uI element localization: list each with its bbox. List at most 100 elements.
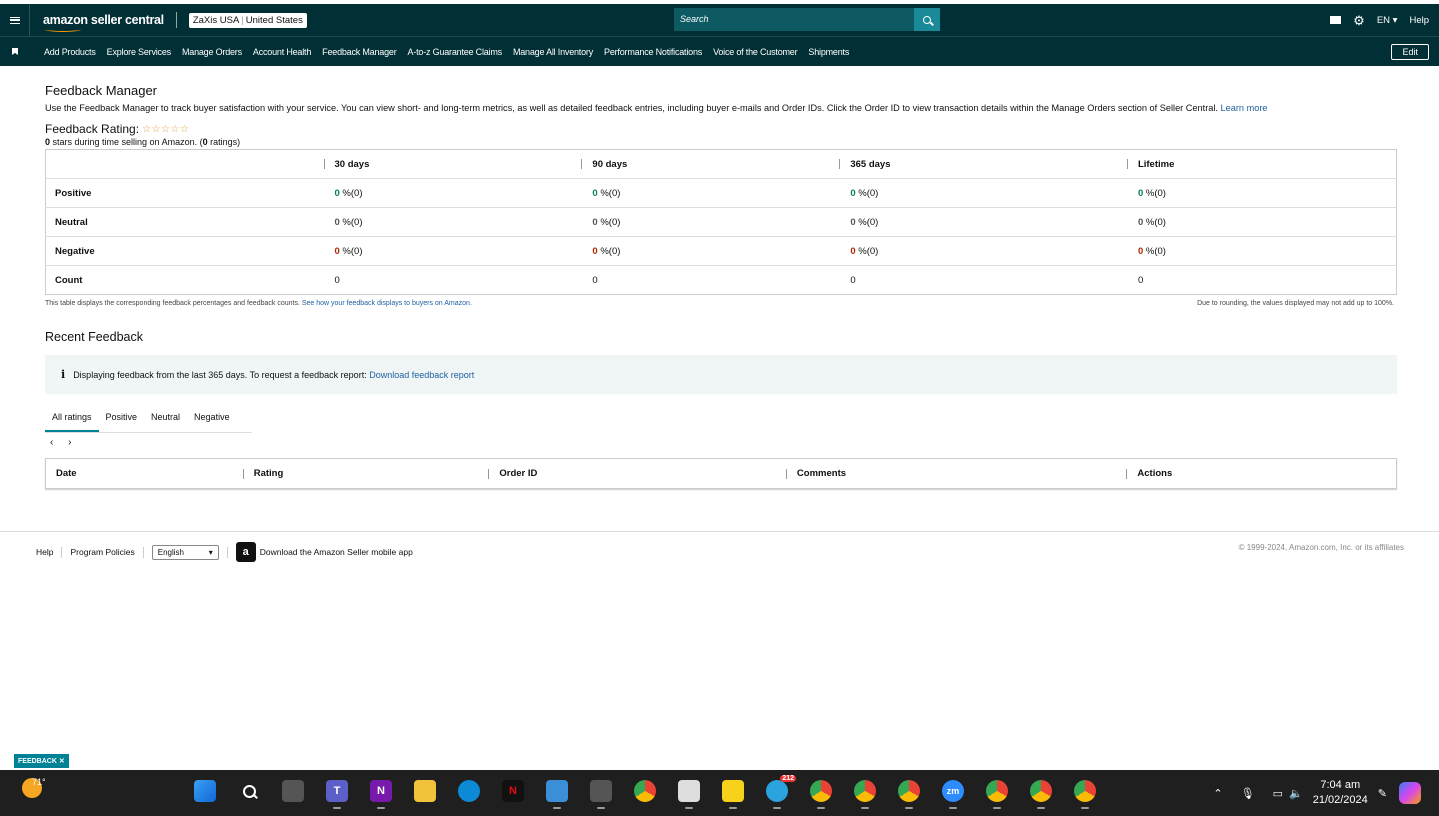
nav-item-feedback-manager[interactable]: Feedback Manager [322, 47, 397, 57]
copilot-icon[interactable] [1399, 782, 1421, 804]
page-title: Feedback Manager [45, 83, 158, 98]
search-icon[interactable] [238, 780, 260, 802]
file-explorer-icon[interactable] [414, 780, 436, 802]
volume-icon[interactable]: 🔈 [1289, 787, 1303, 800]
chrome-profile-icon[interactable] [854, 780, 876, 809]
feedback-tab[interactable]: FEEDBACK ✕ [14, 754, 69, 768]
start-icon[interactable] [194, 780, 216, 802]
mail-icon[interactable] [1330, 16, 1342, 24]
telegram-icon[interactable]: 212 [766, 775, 796, 809]
clock[interactable]: 7:04 am 21/02/2024 [1313, 778, 1368, 808]
nav-item-account-health[interactable]: Account Health [253, 47, 311, 57]
nav-item-manage-all-inventory[interactable]: Manage All Inventory [513, 47, 593, 57]
row-label: Neutral [45, 207, 324, 237]
cell-value: 0 [1137, 274, 1144, 286]
tab-all-ratings[interactable]: All ratings [45, 408, 99, 432]
nav-item-a-to-z-guarantee-claims[interactable]: A-to-z Guarantee Claims [408, 47, 503, 57]
rating-tabs: All ratings Positive Neutral Negative [45, 408, 252, 433]
network-icon[interactable]: ▭ [1273, 787, 1283, 800]
table-notes: This table displays the corresponding fe… [45, 300, 1394, 307]
cell-value: 0 [334, 274, 340, 286]
teams-icon[interactable]: T [326, 780, 348, 809]
column-header: Comments [785, 468, 1126, 479]
nav-item-explore-services[interactable]: Explore Services [107, 47, 172, 57]
row-label: Positive [45, 178, 324, 208]
program-policies-link[interactable]: Program Policies [70, 547, 134, 557]
cell-value: 0 %(0) [839, 207, 1127, 237]
column-header: Lifetime [1126, 149, 1397, 179]
nav-bar: Add Products Explore Services Manage Order… [0, 36, 1439, 66]
feedback-display-link[interactable]: See how your feedback displays to buyers… [302, 300, 472, 307]
onenote-icon[interactable]: N [370, 780, 392, 809]
edge-icon[interactable] [458, 780, 480, 802]
nav-item-manage-orders[interactable]: Manage Orders [182, 47, 242, 57]
feedback-table: 30 days 90 days 365 days Lifetime Positive 0… [45, 149, 1397, 295]
chevron-up-icon[interactable]: ⌃ [1213, 787, 1222, 800]
tab-positive[interactable]: Positive [99, 408, 145, 432]
amazon-app-icon[interactable]: a [235, 542, 256, 562]
star-icon: ☆☆☆☆☆ [142, 123, 190, 135]
cell-value: 0 %(0) [581, 236, 840, 266]
mobile-app-link[interactable]: Download the Amazon Seller mobile app [260, 547, 413, 557]
bookmark-icon[interactable] [0, 48, 30, 55]
cell-value: 0 %(0) [1126, 207, 1397, 237]
search-input[interactable]: Search [674, 8, 914, 31]
nav-item-performance-notifications[interactable]: Performance Notifications [604, 47, 702, 57]
nav-item-shipments[interactable]: Shipments [808, 47, 849, 57]
recent-feedback-title: Recent Feedback [45, 330, 143, 344]
learn-more-link[interactable]: Learn more [1221, 103, 1268, 113]
row-label: Count [55, 274, 83, 286]
taskbar: 71° T N N 212 zm ⌃ 🎙 ▭ 🔈 7:04 am 21/02/20… [0, 770, 1439, 816]
chrome-profile-icon[interactable] [1030, 780, 1052, 809]
zoom-icon[interactable]: zm [942, 780, 964, 809]
chrome-profile-icon[interactable] [810, 780, 832, 809]
weather-widget[interactable]: 71° [22, 777, 46, 798]
chrome-icon[interactable] [634, 780, 656, 802]
notepad-icon[interactable] [546, 780, 568, 809]
chrome-profile-icon[interactable] [898, 780, 920, 809]
gear-icon[interactable]: ⚙ [1353, 14, 1365, 27]
nav-item-add-products[interactable]: Add Products [44, 47, 96, 57]
store-selector[interactable]: ZaXis USA | United States [188, 12, 307, 28]
cell-value: 0 %(0) [839, 178, 1127, 208]
nav-item-voice-of-the-customer[interactable]: Voice of the Customer [713, 47, 798, 57]
logo[interactable]: amazon seller central [43, 13, 164, 32]
cell-value: 0 %(0) [323, 236, 582, 266]
column-header: Actions [1126, 468, 1396, 479]
info-alert: i Displaying feedback from the last 365 … [45, 355, 1397, 394]
download-report-link[interactable]: Download feedback report [369, 370, 474, 380]
cell-value: 0 %(0) [323, 207, 582, 237]
cell-value: 0 %(0) [1126, 178, 1397, 208]
cell-value: 0 %(0) [581, 178, 840, 208]
column-header: 90 days [581, 149, 840, 179]
search-button[interactable] [914, 8, 940, 31]
tab-neutral[interactable]: Neutral [144, 408, 187, 432]
language-selector[interactable]: EN ▾ [1377, 15, 1398, 26]
calculator-icon[interactable] [590, 780, 612, 809]
netflix-icon[interactable]: N [502, 780, 524, 802]
chrome-profile-icon[interactable] [986, 780, 1008, 809]
search-icon [923, 15, 931, 24]
menu-icon[interactable] [0, 4, 30, 36]
footer-help-link[interactable]: Help [36, 547, 53, 557]
help-link[interactable]: Help [1409, 15, 1429, 26]
notification-icon[interactable]: ✎ [1378, 787, 1387, 800]
table-row: Neutral 0 %(0) 0 %(0) 0 %(0) 0 %(0) [45, 207, 1397, 237]
page-description: Use the Feedback Manager to track buyer … [45, 103, 1268, 113]
tab-negative[interactable]: Negative [187, 408, 237, 432]
cell-value: 0 %(0) [581, 207, 840, 237]
feedback-rating: Feedback Rating: ☆☆☆☆☆ [45, 122, 190, 136]
edit-button[interactable]: Edit [1391, 44, 1429, 60]
microphone-icon[interactable]: 🎙 [1241, 787, 1255, 800]
marketplace-name: United States [245, 14, 303, 26]
chrome-profile-icon[interactable] [1074, 780, 1096, 809]
language-select[interactable]: English ▾ [151, 544, 219, 560]
cell-value: 0 [850, 274, 856, 286]
rating-summary: 0 stars during time selling on Amazon. (… [45, 137, 241, 147]
sticky-notes-icon[interactable] [722, 780, 744, 809]
column-header: 30 days [323, 149, 582, 179]
snipping-tool-icon[interactable] [678, 780, 700, 809]
pager[interactable]: ‹ › [50, 437, 1397, 448]
task-view-icon[interactable] [282, 780, 304, 802]
cell-value: 0 %(0) [839, 236, 1127, 266]
